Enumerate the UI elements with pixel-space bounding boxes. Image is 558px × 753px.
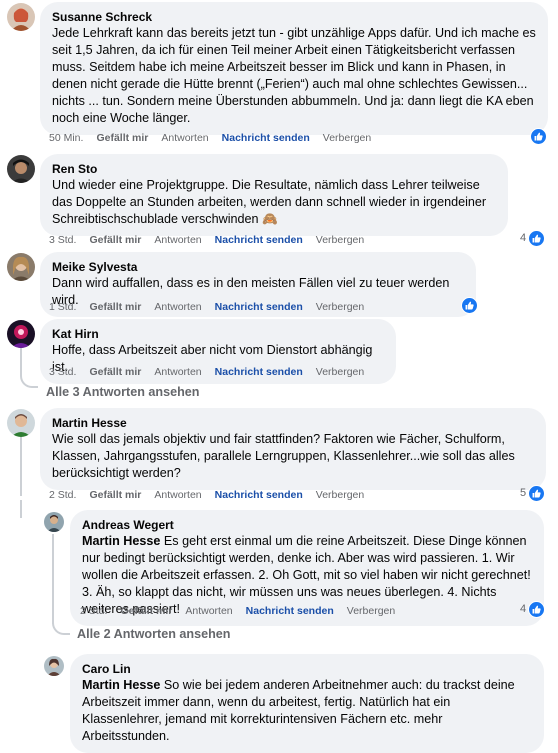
reply-author[interactable]: Andreas Wegert [82,517,532,533]
avatar[interactable] [7,320,35,348]
thumbs-up-icon [528,484,546,502]
send-message-link[interactable]: Nachricht senden [215,488,303,502]
reaction-summary[interactable] [528,127,547,145]
comment-author[interactable]: Martin Hesse [52,415,534,431]
comment-text: Und wieder eine Projektgruppe. Die Resul… [52,178,487,226]
comment-actions: 3 Std. Gefällt mir Antworten Nachricht send… [49,233,377,247]
reaction-count: 5 [520,487,527,499]
comment-timestamp[interactable]: 2 Std. [49,488,76,502]
reply-link[interactable]: Antworten [185,604,232,618]
mention-link[interactable]: Martin Hesse [82,678,160,692]
hide-link[interactable]: Verbergen [347,604,395,618]
comment-bubble: Ren Sto Und wieder eine Projektgruppe. D… [40,154,508,236]
reaction-summary[interactable]: 4 [520,229,546,247]
like-link[interactable]: Gefällt mir [96,131,148,145]
thread-curve-kat [20,370,38,388]
thumbs-up-icon [530,127,547,145]
like-link[interactable]: Gefällt mir [89,365,141,379]
comment-author[interactable]: Meike Sylvesta [52,259,464,275]
comment-actions: 2 Std. Gefällt mir Antworten Nachricht send… [49,488,377,502]
thumbs-up-icon [528,600,546,618]
reply-link[interactable]: Antworten [161,131,208,145]
reaction-count: 4 [520,232,527,244]
reply-actions: 2 Std. Gefällt mir Antworten Nachricht send… [80,604,408,618]
reaction-summary[interactable]: 4 [520,600,546,618]
comment-bubble: Susanne Schreck Jede Lehrkraft kann das … [40,2,548,135]
send-message-link[interactable]: Nachricht senden [215,233,303,247]
thumbs-up-icon [461,296,478,314]
comment-text: Jede Lehrkraft kann das bereits jetzt tu… [52,26,536,125]
comment-timestamp[interactable]: 3 Std. [49,365,76,379]
comment-author[interactable]: Ren Sto [52,161,496,177]
send-message-link[interactable]: Nachricht senden [246,604,334,618]
avatar[interactable] [7,409,35,437]
reply-author[interactable]: Caro Lin [82,661,532,677]
avatar[interactable] [7,253,35,281]
comment-bubble: Martin Hesse Wie soll das jemals objekti… [40,408,546,490]
comment-actions: 3 Std. Gefällt mir Antworten Nachricht send… [49,365,377,379]
send-message-link[interactable]: Nachricht senden [215,365,303,379]
like-link[interactable]: Gefällt mir [89,300,141,314]
send-message-link[interactable]: Nachricht senden [222,131,310,145]
comment-timestamp[interactable]: 1 Std. [49,300,76,314]
reply-link[interactable]: Antworten [154,365,201,379]
comment-timestamp[interactable]: 3 Std. [49,233,76,247]
comment-actions: 50 Min. Gefällt mir Antworten Nachricht sen… [49,131,384,145]
reaction-count: 4 [520,603,527,615]
reply-link[interactable]: Antworten [154,233,201,247]
comment-timestamp[interactable]: 50 Min. [49,131,83,145]
like-link[interactable]: Gefällt mir [89,233,141,247]
reply-link[interactable]: Antworten [154,300,201,314]
reaction-summary[interactable] [459,296,478,314]
like-link[interactable]: Gefällt mir [89,488,141,502]
hide-link[interactable]: Verbergen [316,300,364,314]
view-replies-link[interactable]: Alle 3 Antworten ansehen [46,384,200,400]
thread-line-replies [52,534,54,624]
hide-link[interactable]: Verbergen [323,131,371,145]
reply-bubble: Caro Lin Martin Hesse So wie bei jedem a… [70,654,544,753]
avatar[interactable] [7,3,35,31]
send-message-link[interactable]: Nachricht senden [215,300,303,314]
avatar[interactable] [44,512,64,532]
comment-text: Wie soll das jemals objektiv und fair st… [52,432,515,480]
thread-curve-caro [20,500,42,518]
thread-line-martin [20,436,22,496]
reply-timestamp[interactable]: 2 Std. [80,604,107,618]
thumbs-up-icon [528,229,546,247]
reaction-summary[interactable]: 5 [520,484,546,502]
avatar[interactable] [7,155,35,183]
hide-link[interactable]: Verbergen [316,233,364,247]
hide-link[interactable]: Verbergen [316,365,364,379]
thread-curve-andreas [52,618,70,635]
comment-author[interactable]: Kat Hirn [52,326,384,342]
view-replies-link[interactable]: Alle 2 Antworten ansehen [77,626,231,642]
mention-link[interactable]: Martin Hesse [82,534,160,548]
reply-link[interactable]: Antworten [154,488,201,502]
hide-link[interactable]: Verbergen [316,488,364,502]
comment-actions: 1 Std. Gefällt mir Antworten Nachricht send… [49,300,377,314]
reply-text: Martin Hesse So wie bei jedem anderen Ar… [82,677,532,745]
avatar[interactable] [44,656,64,676]
comment-author[interactable]: Susanne Schreck [52,9,536,25]
like-link[interactable]: Gefällt mir [120,604,172,618]
